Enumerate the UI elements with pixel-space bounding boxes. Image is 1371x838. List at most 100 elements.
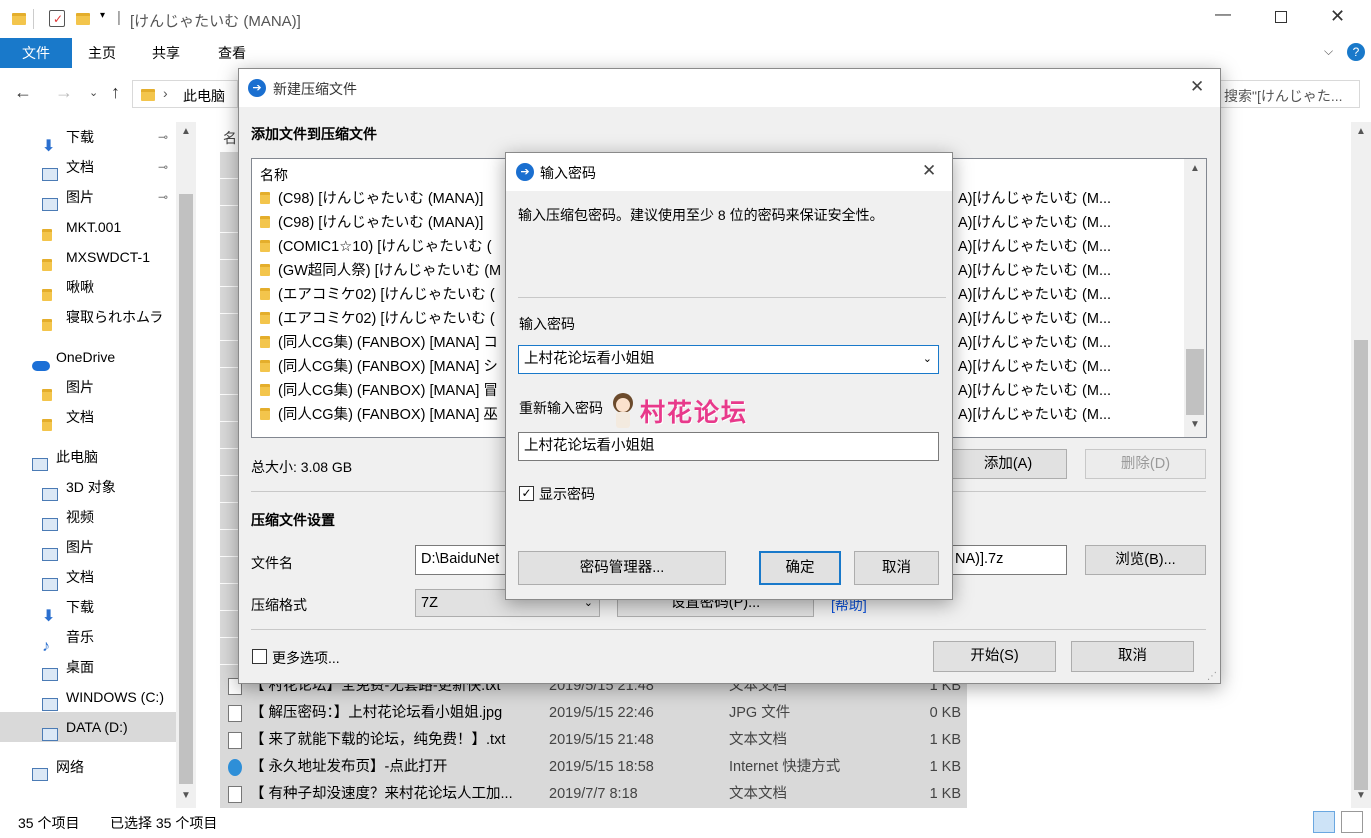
folder-icon (260, 336, 270, 348)
pin-icon: ⊸ (158, 160, 169, 174)
cancel-button[interactable]: 取消 (1071, 641, 1194, 672)
chevron-down-icon[interactable]: ⌵ (1324, 44, 1333, 59)
close-icon[interactable]: ✕ (1190, 77, 1204, 97)
delete-button[interactable]: 删除(D) (1085, 449, 1206, 479)
new-folder-icon[interactable] (76, 13, 90, 25)
total-size: 总大小: 3.08 GB (251, 459, 353, 475)
navigation-pane: ⬇ 下载 ⊸ 文档 ⊸ 图片 ⊸ MKT.001 MXSWDCT-1 啾啾 寝取られホムラ OneDr… (0, 122, 196, 808)
archive-item-path: A)[けんじゃたいむ (M... (958, 311, 1112, 327)
sidebar-item[interactable]: 桌面 (0, 652, 176, 682)
file-name: 【 来了就能下载的论坛，纯免费！】.txt (250, 732, 506, 748)
column-header-name[interactable]: 名称 (260, 165, 288, 185)
cancel-button[interactable]: 取消 (854, 551, 939, 585)
up-icon[interactable]: ↑ (111, 82, 120, 103)
sidebar-item[interactable]: 图片 ⊸ (0, 182, 176, 212)
close-icon[interactable]: ✕ (1330, 6, 1345, 27)
tab-home[interactable]: 主页 (88, 38, 116, 68)
list-scrollbar[interactable]: ▲ ▼ (1351, 122, 1371, 808)
more-options-label[interactable]: 更多选项... (272, 648, 340, 668)
file-row[interactable]: 【 有种子却没速度？来村花论坛人工加... 2019/7/7 8:18 文本文档 1 … (220, 781, 967, 808)
sidebar-item[interactable]: WINDOWS (C:) (0, 682, 176, 712)
file-row[interactable]: 【 来了就能下载的论坛，纯免费！】.txt 2019/5/15 21:48 文本文档… (220, 727, 967, 754)
recent-dropdown-icon[interactable]: ⌄ (89, 86, 98, 99)
archive-list-item[interactable]: (同人CG集) (FANBOX) [MANA] コ (260, 331, 498, 355)
sidebar-item[interactable]: ♪ 音乐 (0, 622, 176, 655)
archive-scroll-thumb[interactable] (1186, 349, 1204, 415)
sidebar-item[interactable]: MKT.001 (0, 212, 176, 242)
show-password-checkbox[interactable]: ✓ (519, 486, 534, 501)
archive-item-path: A)[けんじゃたいむ (M... (958, 191, 1112, 207)
column-header-name[interactable]: 名 (223, 128, 237, 148)
archive-list-item[interactable]: (同人CG集) (FANBOX) [MANA] 巫 (260, 403, 498, 427)
sidebar-item-label: 3D 对象 (66, 479, 116, 495)
help-icon[interactable]: ? (1347, 43, 1365, 61)
sidebar-item[interactable]: 图片 (0, 532, 176, 562)
archive-list-item[interactable]: (COMIC1☆10) [けんじゃたいむ ( (260, 235, 492, 259)
maximize-icon[interactable] (1275, 11, 1287, 23)
file-row[interactable]: 【 解压密码：】上村花论坛看小姐姐.jpg 2019/5/15 22:46 JPG … (220, 700, 967, 727)
more-options-checkbox[interactable] (252, 649, 267, 664)
sidebar-item[interactable]: 网络 (0, 752, 176, 782)
item-count: 35 个项目 (18, 815, 80, 831)
archive-list-item[interactable]: (GW超同人祭) [けんじゃたいむ (M (260, 259, 501, 283)
sidebar-item[interactable]: 此电脑 (0, 442, 176, 472)
sidebar-item[interactable]: 文档 ⊸ (0, 152, 176, 182)
minimize-icon[interactable]: — (1215, 6, 1231, 24)
chevron-down-icon[interactable]: ⌄ (923, 346, 932, 372)
sidebar-item[interactable]: 啾啾 (0, 272, 176, 302)
password-input[interactable]: 上村花论坛看小姐姐 ⌄ (518, 345, 939, 374)
show-password-label[interactable]: 显示密码 (539, 484, 595, 504)
sidebar-item[interactable]: 文档 (0, 562, 176, 592)
start-button[interactable]: 开始(S) (933, 641, 1056, 672)
sidebar-item[interactable]: 3D 对象 (0, 472, 176, 502)
sidebar-item[interactable]: 视频 (0, 502, 176, 532)
sidebar-item-label: 下载 (66, 599, 94, 615)
sidebar-item[interactable]: OneDrive (0, 342, 176, 372)
details-view-icon[interactable] (1313, 811, 1335, 833)
dialog-title: 输入密码 (540, 165, 596, 181)
resize-grip-icon[interactable]: ⋰ (1207, 671, 1217, 682)
sidebar-item-label: 下载 (66, 129, 94, 145)
tab-file[interactable]: 文件 (0, 38, 72, 68)
back-icon[interactable]: ← (14, 82, 32, 103)
password-manager-button[interactable]: 密码管理器... (518, 551, 726, 585)
repeat-password-input[interactable]: 上村花论坛看小姐姐 (518, 432, 939, 461)
archive-list-item[interactable]: (C98) [けんじゃたいむ (MANA)] (260, 211, 483, 235)
archive-list-item[interactable]: (同人CG集) (FANBOX) [MANA] シ (260, 355, 498, 379)
tab-view[interactable]: 查看 (218, 38, 246, 68)
forward-icon[interactable]: → (55, 82, 73, 103)
large-icons-view-icon[interactable] (1341, 811, 1363, 833)
breadcrumb[interactable]: 此电脑 (183, 86, 225, 106)
browse-button[interactable]: 浏览(B)... (1085, 545, 1206, 575)
sidebar-item[interactable]: 图片 (0, 372, 176, 402)
properties-icon[interactable]: ✓ (49, 10, 65, 27)
sidebar-item[interactable]: ⬇ 下载 ⊸ (0, 122, 176, 155)
sidebar-item[interactable]: MXSWDCT-1 (0, 242, 176, 272)
search-placeholder: 搜索"[けんじゃた... (1224, 88, 1343, 104)
format-label: 压缩格式 (251, 597, 307, 613)
archive-list-item[interactable]: (エアコミケ02) [けんじゃたいむ ( (260, 307, 495, 331)
ok-button[interactable]: 确定 (759, 551, 841, 585)
search-input[interactable]: 搜索"[けんじゃた... (1220, 80, 1360, 108)
sidebar-item[interactable]: DATA (D:) (0, 712, 176, 742)
sidebar-item[interactable]: ⬇ 下载 (0, 592, 176, 625)
archive-list-item[interactable]: (同人CG集) (FANBOX) [MANA] 冒 (260, 379, 498, 403)
file-row[interactable]: 【 永久地址发布页】-点此打开 2019/5/15 18:58 Internet 快… (220, 754, 967, 781)
quick-access-dropdown-icon[interactable]: ▾ (100, 10, 105, 21)
folder-icon (42, 411, 52, 441)
list-scroll-thumb[interactable] (1354, 340, 1368, 790)
tab-share[interactable]: 共享 (152, 38, 180, 68)
sidebar-scroll-thumb[interactable] (179, 194, 193, 784)
archive-list-item[interactable]: (C98) [けんじゃたいむ (MANA)] (260, 187, 483, 211)
close-icon[interactable]: ✕ (922, 161, 936, 181)
filename-value: D:\BaiduNet (421, 551, 500, 567)
sidebar-scrollbar[interactable]: ▲ ▼ (176, 122, 196, 808)
archive-list-scrollbar[interactable]: ▲ ▼ (1184, 159, 1206, 437)
archive-list-item[interactable]: (エアコミケ02) [けんじゃたいむ ( (260, 283, 495, 307)
password-description: 输入压缩包密码。建议使用至少 8 位的密码来保证安全性。 (518, 207, 884, 223)
address-field[interactable]: › 此电脑 (132, 80, 238, 108)
add-button[interactable]: 添加(A) (949, 449, 1067, 479)
sidebar-item-label: 此电脑 (56, 449, 98, 465)
sidebar-item[interactable]: 文档 (0, 402, 176, 432)
sidebar-item[interactable]: 寝取られホムラ (0, 302, 176, 332)
